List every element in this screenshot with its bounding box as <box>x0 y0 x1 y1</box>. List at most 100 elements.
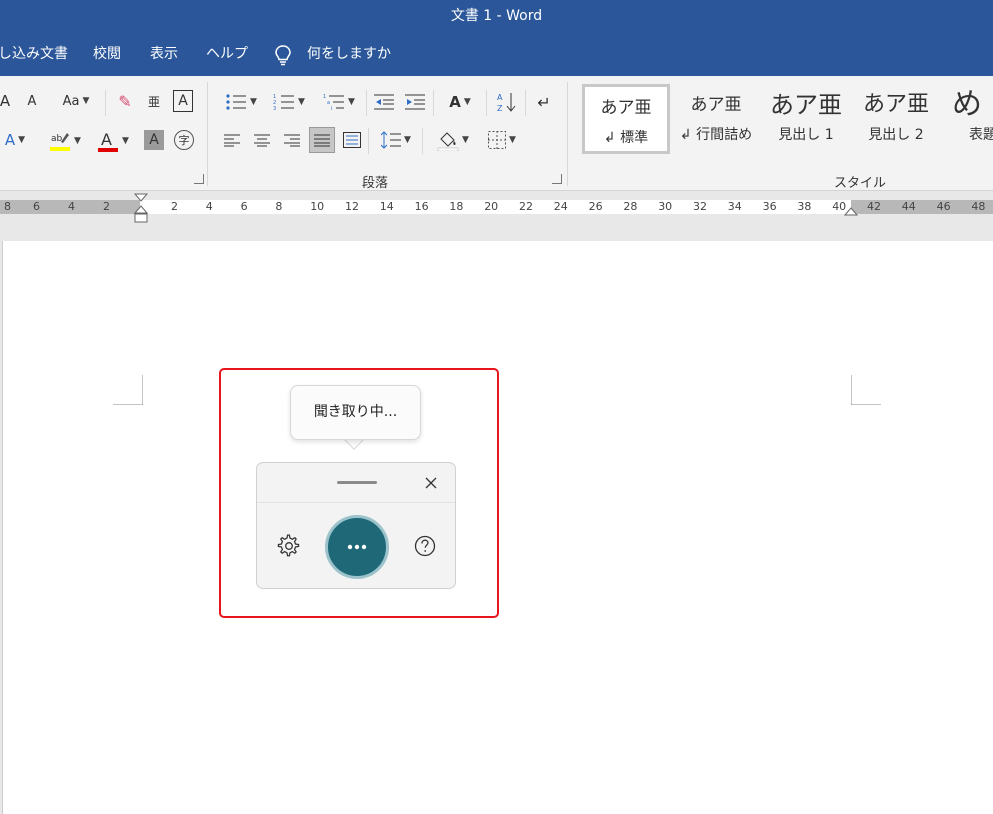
decrease-indent-button[interactable] <box>372 90 396 114</box>
ruler-label: 10 <box>310 200 325 213</box>
shading-button[interactable]: ▼ <box>431 128 475 152</box>
font-color-icon: A <box>98 130 119 152</box>
help-icon[interactable] <box>413 534 437 558</box>
grow-font-icon[interactable]: A <box>0 90 12 112</box>
highlight-color-button[interactable]: ab ▼ <box>44 128 86 154</box>
ruler-label: 34 <box>727 200 742 213</box>
listening-tooltip: 聞き取り中... <box>290 385 421 440</box>
margin-corner-mark <box>113 375 143 405</box>
style-heading-1[interactable]: あア亜 見出し 1 <box>762 84 850 154</box>
ruler-label: 14 <box>379 200 394 213</box>
style-title[interactable]: め 表題 <box>942 84 993 154</box>
ruler-label: 6 <box>240 200 248 213</box>
divider <box>525 90 526 116</box>
listening-status: 聞き取り中... <box>313 404 398 420</box>
style-normal[interactable]: あア亜 ↲ 標準 <box>582 84 670 154</box>
chevron-down-icon: ▼ <box>82 96 90 106</box>
gear-icon[interactable] <box>277 534 301 558</box>
divider <box>105 90 106 116</box>
ruler-label: 2 <box>103 200 110 213</box>
chevron-down-icon: ▼ <box>348 97 355 107</box>
listening-dots-icon <box>347 544 367 550</box>
drag-handle-icon[interactable] <box>337 481 377 484</box>
style-name: 表題 <box>969 127 993 143</box>
increase-indent-icon <box>405 94 425 110</box>
increase-indent-button[interactable] <box>403 90 427 114</box>
numbered-list-icon: 123 <box>273 94 295 111</box>
style-sample: あア亜 <box>690 95 742 115</box>
right-indent-marker-icon[interactable] <box>844 206 858 216</box>
align-left-button[interactable] <box>222 130 242 150</box>
show-formatting-marks-icon[interactable]: ↵ <box>532 90 556 114</box>
ruler-label: 38 <box>797 200 812 213</box>
phonetic-guide-icon[interactable]: 亜 <box>144 90 164 112</box>
character-shading-icon[interactable]: A <box>144 130 164 150</box>
tab-view[interactable]: 表示 <box>150 32 178 76</box>
ruler-label: 24 <box>553 200 568 213</box>
justify-icon <box>314 134 330 147</box>
text-effects-button[interactable]: A ▼ <box>0 128 32 152</box>
sort-icon: AZ <box>497 93 516 113</box>
sort-button[interactable]: AZ <box>495 90 519 114</box>
chevron-down-icon: ▼ <box>122 136 129 146</box>
svg-text:i: i <box>331 106 332 111</box>
shrink-font-icon[interactable]: A <box>24 90 40 112</box>
style-heading-2[interactable]: あア亜 見出し 2 <box>852 84 940 154</box>
paragraph-dialog-launcher-icon[interactable] <box>552 174 562 184</box>
ruler-label: 2 <box>171 200 178 213</box>
align-center-button[interactable] <box>252 130 272 150</box>
toolbar-drag-area[interactable] <box>257 463 455 503</box>
font-color-button[interactable]: A ▼ <box>93 128 133 154</box>
chevron-down-icon: ▼ <box>509 135 516 145</box>
lightbulb-icon[interactable] <box>274 44 292 66</box>
divider <box>368 128 369 154</box>
justify-button[interactable] <box>309 127 335 153</box>
enclose-characters-icon[interactable]: 字 <box>174 130 194 150</box>
svg-text:ab: ab <box>51 134 63 144</box>
styles-gallery: あア亜 ↲ 標準 あア亜 ↲ 行間詰め あア亜 見出し 1 あア亜 見出し 2 … <box>582 84 993 156</box>
svg-text:1: 1 <box>323 94 326 100</box>
ruler-label: 18 <box>449 200 464 213</box>
dictation-mic-button[interactable]: ••• <box>325 515 389 579</box>
margin-corner-mark <box>851 375 881 405</box>
ruler-label: 22 <box>519 200 533 213</box>
chevron-down-icon: ▼ <box>250 97 257 107</box>
ruler-label: 4 <box>205 200 213 213</box>
font-dialog-launcher-icon[interactable] <box>194 174 204 184</box>
multilevel-list-button[interactable]: 1ai ▼ <box>318 90 360 114</box>
tell-me-search[interactable]: 何をしますか <box>307 32 391 76</box>
tab-review[interactable]: 校閲 <box>93 32 121 76</box>
character-border-icon[interactable]: A <box>173 90 193 112</box>
style-name: 見出し 1 <box>778 127 834 143</box>
asian-layout-button[interactable]: A ▼ <box>440 90 480 114</box>
asian-layout-icon: A <box>449 93 461 111</box>
numbering-button[interactable]: 123 ▼ <box>268 90 310 114</box>
ruler-label: 28 <box>623 200 638 213</box>
ruler-label: 42 <box>867 200 881 213</box>
chevron-down-icon: ▼ <box>404 135 411 145</box>
style-name: 見出し 2 <box>868 127 924 143</box>
line-spacing-button[interactable]: ▼ <box>376 128 416 152</box>
ruler-label: 12 <box>345 200 359 213</box>
indent-marker-icon[interactable] <box>134 193 148 223</box>
tab-help[interactable]: ヘルプ <box>206 32 248 76</box>
paragraph-group-label: 段落 <box>362 176 389 191</box>
chevron-down-icon: ▼ <box>18 135 26 145</box>
clear-format-icon[interactable]: ✎ <box>114 90 136 112</box>
tab-mailings[interactable]: し込み文書 <box>0 32 68 76</box>
ribbon: A A Aa ▼ ✎ 亜 A A ▼ ab ▼ A ▼ A 字 ▼ 1 2 3 … <box>0 76 993 191</box>
style-sample: め <box>952 87 982 122</box>
style-name: ↲ 行間詰め <box>679 127 753 143</box>
decrease-indent-icon <box>374 94 394 110</box>
horizontal-ruler[interactable]: 8 6 4 2 2 4 6 8 10 12 14 16 18 20 22 24 26 28 30 32 34 36… <box>0 191 993 241</box>
align-center-icon <box>254 134 270 147</box>
align-right-button[interactable] <box>282 130 302 150</box>
style-no-spacing[interactable]: あア亜 ↲ 行間詰め <box>672 84 760 154</box>
borders-button[interactable]: ▼ <box>482 128 522 152</box>
close-icon[interactable] <box>421 473 441 493</box>
divider <box>433 90 434 116</box>
bullets-button[interactable]: ▼ <box>220 90 262 114</box>
distributed-button[interactable] <box>341 130 363 150</box>
ruler-label: 8 <box>275 200 283 213</box>
change-case-button[interactable]: Aa ▼ <box>58 90 94 112</box>
